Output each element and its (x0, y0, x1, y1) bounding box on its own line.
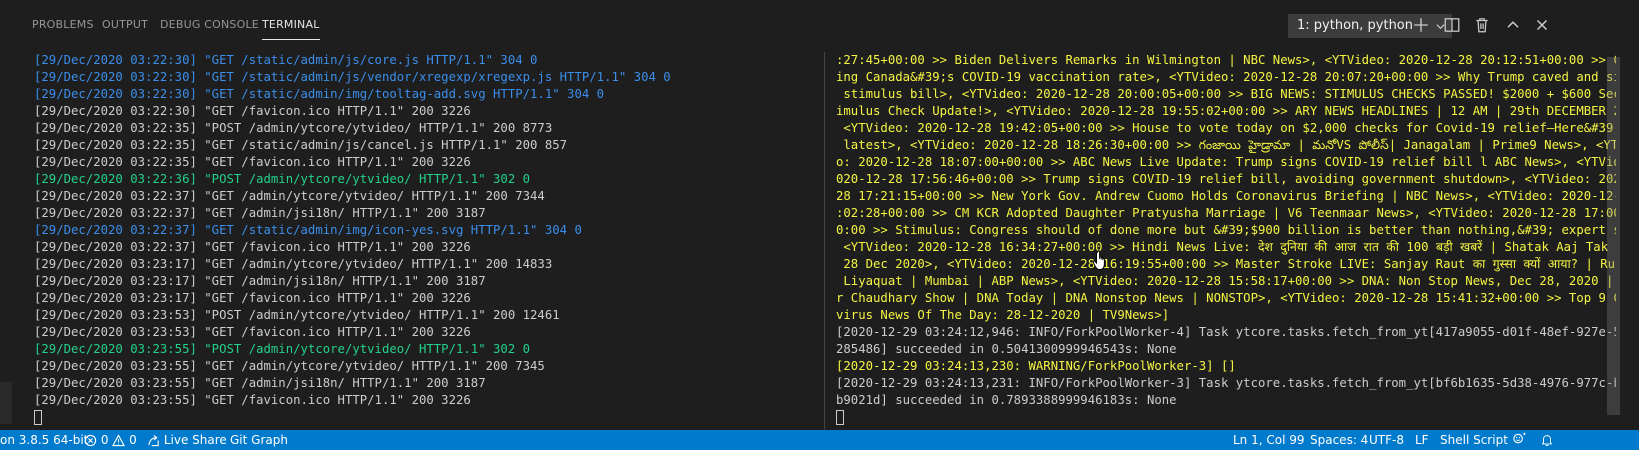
terminal-line: 285486] succeeded in 0.5041300999946543s… (836, 342, 1177, 356)
terminal-line: :27:45+00:00 >> Biden Delivers Remarks i… (836, 53, 1616, 67)
terminal-line: [29/Dec/2020 03:22:30] "GET /favicon.ico… (34, 104, 471, 118)
terminal-select-label: 1: python, python (1297, 18, 1413, 33)
terminal-line: [29/Dec/2020 03:22:37] "GET /admin/jsi18… (34, 206, 486, 220)
encoding[interactable]: UTF-8 (1369, 432, 1404, 448)
terminal-line: [29/Dec/2020 03:23:53] "GET /favicon.ico… (34, 325, 471, 339)
warning-count: 0 (129, 433, 137, 447)
split-icon[interactable] (1443, 16, 1461, 34)
problems-indicator[interactable]: 0 0 (84, 432, 137, 448)
terminal-prompt[interactable] (836, 409, 1616, 426)
bell-icon (1541, 435, 1553, 447)
tab-terminal[interactable]: TERMINAL (262, 18, 320, 40)
terminal-line: [29/Dec/2020 03:23:17] "GET /favicon.ico… (34, 291, 471, 305)
terminal-line: [29/Dec/2020 03:23:55] "POST /admin/ytco… (34, 342, 531, 356)
terminal-line: [29/Dec/2020 03:22:37] "GET /admin/ytcor… (34, 189, 545, 203)
terminal-line: Liyaquat | Mumbai | ABP News>, <YTVideo:… (836, 274, 1616, 288)
terminal-line: imulus Check Update!>, <YTVideo: 2020-12… (836, 104, 1616, 118)
left-edge (0, 382, 12, 424)
trash-icon[interactable] (1473, 16, 1491, 34)
terminal-prompt[interactable] (34, 409, 814, 426)
terminal-scrollbar[interactable] (1607, 57, 1620, 415)
error-icon (84, 434, 97, 447)
warning-icon (112, 434, 126, 447)
tab-debug-console[interactable]: DEBUG CONSOLE (160, 18, 259, 40)
hand-pointer-icon (1092, 250, 1105, 270)
feedback-icon (1513, 432, 1526, 444)
status-bar: on 3.8.5 64-bit 0 0 Live Share Git Graph… (0, 430, 1639, 450)
terminal-line: 28 Dec 2020>, <YTVideo: 2020-12-28 16:19… (836, 257, 1616, 271)
indentation[interactable]: Spaces: 4 (1310, 432, 1368, 448)
terminal-line: [29/Dec/2020 03:23:53] "POST /admin/ytco… (34, 308, 560, 322)
left-terminal[interactable]: [29/Dec/2020 03:22:30] "GET /static/admi… (34, 52, 814, 430)
terminal-line: <YTVideo: 2020-12-28 19:42:05+00:00 >> H… (836, 121, 1616, 135)
live-share-icon (148, 434, 159, 447)
cursor-position[interactable]: Ln 1, Col 99 (1233, 432, 1305, 448)
terminal-line: [29/Dec/2020 03:22:30] "GET /static/admi… (34, 87, 605, 101)
tab-output[interactable]: OUTPUT (102, 18, 148, 40)
right-terminal[interactable]: :27:45+00:00 >> Biden Delivers Remarks i… (836, 52, 1616, 430)
terminal-line: [29/Dec/2020 03:23:17] "GET /admin/ytcor… (34, 257, 553, 271)
terminal-line: b9021d] succeeded in 0.7893388999946183s… (836, 393, 1177, 407)
terminal-line: o: 2020-12-28 18:07:00+00:00 >> ABC News… (836, 155, 1616, 169)
terminal-line: latest>, <YTVideo: 2020-12-28 18:26:30+0… (836, 138, 1616, 152)
terminal-cursor (836, 410, 844, 425)
notifications-button[interactable] (1540, 432, 1554, 448)
terminal-line: [29/Dec/2020 03:22:37] "GET /static/admi… (34, 223, 582, 237)
python-interpreter[interactable]: on 3.8.5 64-bit (0, 432, 88, 448)
terminal-line: stimulus bill>, <YTVideo: 2020-12-28 20:… (836, 87, 1616, 101)
terminal-line: 020-12-28 17:56:46+00:00 >> Trump signs … (836, 172, 1616, 186)
terminal-line: [29/Dec/2020 03:22:36] "POST /admin/ytco… (34, 172, 531, 186)
plus-icon[interactable] (1412, 16, 1430, 34)
terminal-line: 28 17:21:15+00:00 >> New York Gov. Andre… (836, 189, 1616, 203)
terminal-cursor (34, 410, 42, 425)
terminal-line: [29/Dec/2020 03:22:37] "GET /favicon.ico… (34, 240, 471, 254)
end-of-line[interactable]: LF (1415, 432, 1429, 448)
terminal-line: [29/Dec/2020 03:23:17] "GET /admin/jsi18… (34, 274, 486, 288)
chevron-up-icon[interactable] (1504, 16, 1522, 34)
terminal-line: [29/Dec/2020 03:23:55] "GET /favicon.ico… (34, 393, 471, 407)
terminal-line: :02:28+00:00 >> CM KCR Adopted Daughter … (836, 206, 1616, 220)
terminal-line: [29/Dec/2020 03:22:35] "GET /favicon.ico… (34, 155, 471, 169)
close-icon[interactable] (1533, 16, 1551, 34)
terminal-line: [29/Dec/2020 03:22:30] "GET /static/admi… (34, 53, 538, 67)
terminal-divider[interactable] (824, 52, 825, 430)
terminal-line: [2020-12-29 03:24:13,231: INFO/ForkPoolW… (836, 376, 1616, 390)
tab-problems[interactable]: PROBLEMS (32, 18, 94, 40)
terminal-line: [2020-12-29 03:24:12,946: INFO/ForkPoolW… (836, 325, 1616, 339)
error-count: 0 (100, 433, 109, 447)
language-mode[interactable]: Shell Script (1440, 432, 1508, 448)
panel-header: PROBLEMS OUTPUT DEBUG CONSOLE TERMINAL 1… (0, 0, 1639, 52)
terminal-line: virus News Of The Day: 28-12-2020 | TV9N… (836, 308, 1170, 322)
terminal-line: 0:00 >> Stimulus: Congress should of don… (836, 223, 1616, 237)
feedback-button[interactable] (1512, 432, 1527, 448)
terminal-line: [29/Dec/2020 03:23:55] "GET /admin/jsi18… (34, 376, 486, 390)
terminal-line: ing Canada&#39;s COVID-19 vaccination ra… (836, 70, 1616, 84)
terminal-line: [29/Dec/2020 03:23:55] "GET /admin/ytcor… (34, 359, 545, 373)
terminal-line: <YTVideo: 2020-12-28 16:34:27+00:00 >> H… (836, 240, 1616, 254)
live-share-button[interactable]: Live Share (147, 432, 227, 448)
live-share-label: Live Share (163, 433, 227, 447)
terminal-line: [2020-12-29 03:24:13,230: WARNING/ForkPo… (836, 359, 1236, 373)
terminal-line: [29/Dec/2020 03:22:35] "POST /admin/ytco… (34, 121, 553, 135)
terminal-line: [29/Dec/2020 03:22:35] "GET /static/admi… (34, 138, 568, 152)
terminal-line: r Chaudhary Show | DNA Today | DNA Nonst… (836, 291, 1616, 305)
terminal-line: [29/Dec/2020 03:22:30] "GET /static/admi… (34, 70, 671, 84)
git-graph-button[interactable]: Git Graph (230, 432, 288, 448)
